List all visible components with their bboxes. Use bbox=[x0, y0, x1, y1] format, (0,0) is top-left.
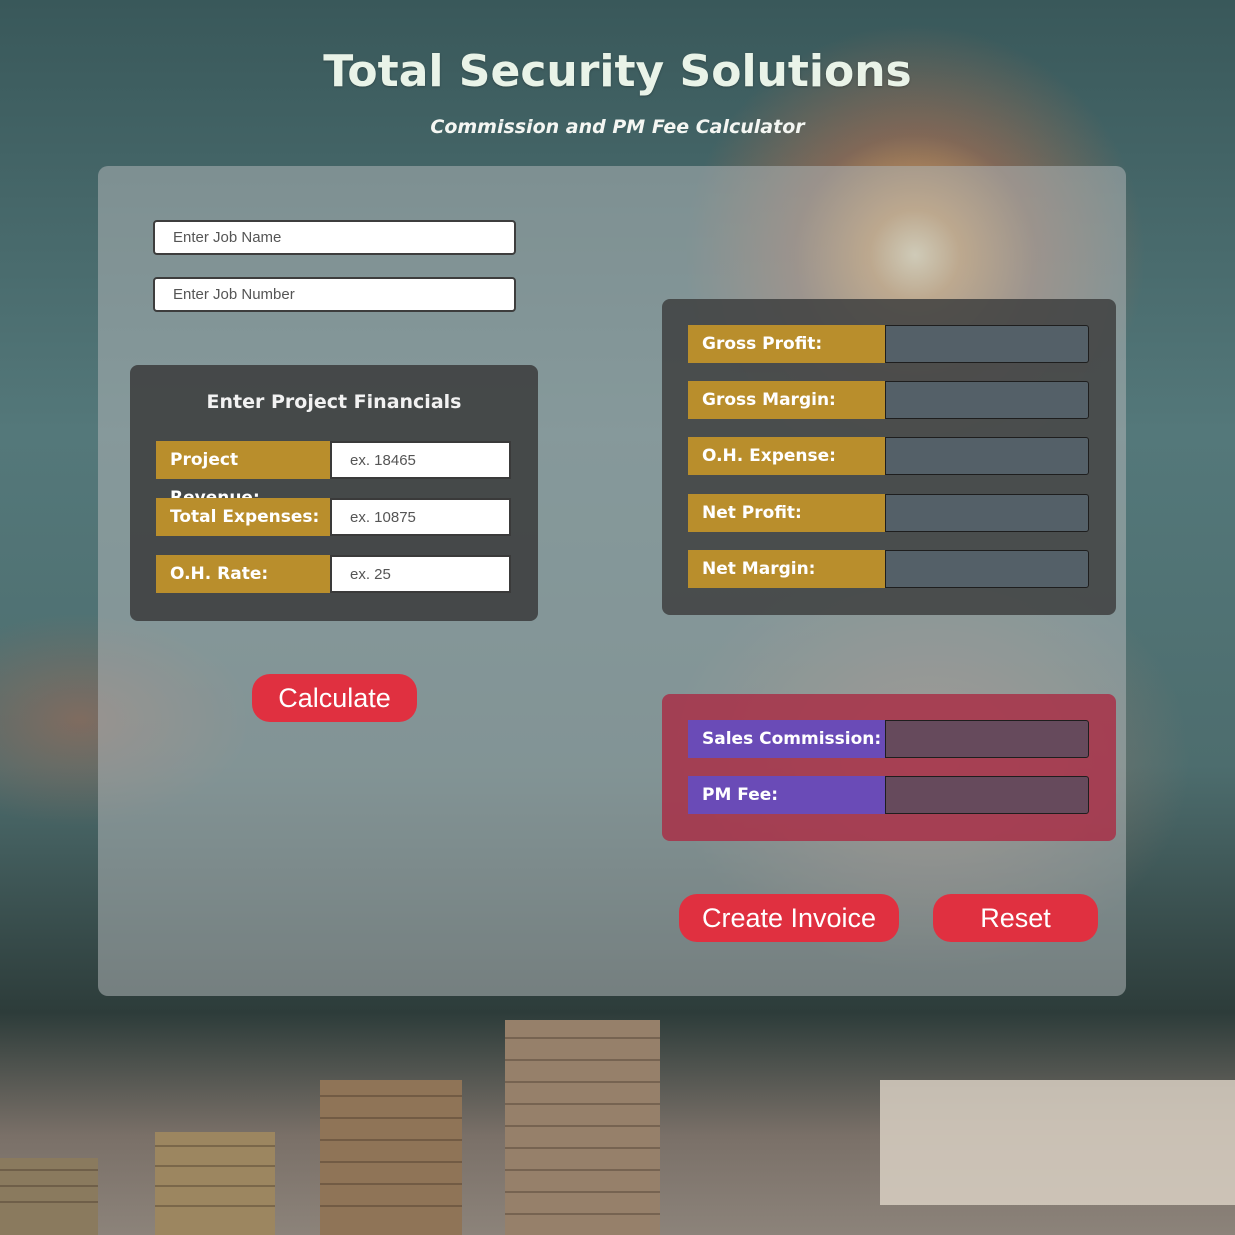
job-name-input[interactable] bbox=[153, 220, 516, 255]
net-margin-row: Net Margin: bbox=[688, 550, 1089, 588]
project-financials-box: Enter Project Financials Project Revenue… bbox=[130, 365, 538, 621]
total-expenses-label: Total Expenses: bbox=[156, 498, 330, 536]
total-expenses-row: Total Expenses: bbox=[156, 498, 511, 536]
net-profit-label: Net Profit: bbox=[688, 494, 885, 532]
sales-commission-row: Sales Commission: bbox=[688, 720, 1089, 758]
net-margin-label: Net Margin: bbox=[688, 550, 885, 588]
gross-margin-row: Gross Margin: bbox=[688, 381, 1089, 419]
net-profit-output bbox=[885, 494, 1089, 532]
notebook-icon bbox=[880, 1080, 1235, 1205]
project-revenue-input[interactable] bbox=[330, 441, 511, 479]
pm-fee-label: PM Fee: bbox=[688, 776, 885, 814]
oh-rate-row: O.H. Rate: bbox=[156, 555, 511, 593]
create-invoice-button[interactable]: Create Invoice bbox=[679, 894, 899, 942]
gross-margin-output bbox=[885, 381, 1089, 419]
oh-expense-output bbox=[885, 437, 1089, 475]
pm-fee-row: PM Fee: bbox=[688, 776, 1089, 814]
project-revenue-row: Project Revenue: bbox=[156, 441, 511, 508]
gross-profit-output bbox=[885, 325, 1089, 363]
oh-expense-row: O.H. Expense: bbox=[688, 437, 1089, 475]
sales-commission-label: Sales Commission: bbox=[688, 720, 885, 758]
reset-button[interactable]: Reset bbox=[933, 894, 1098, 942]
page-subtitle: Commission and PM Fee Calculator bbox=[430, 116, 805, 138]
net-profit-row: Net Profit: bbox=[688, 494, 1089, 532]
oh-rate-label: O.H. Rate: bbox=[156, 555, 330, 593]
commission-box: Sales Commission: PM Fee: bbox=[662, 694, 1116, 841]
gross-profit-label: Gross Profit: bbox=[688, 325, 885, 363]
financials-title: Enter Project Financials bbox=[206, 391, 462, 413]
coin-stack-icon bbox=[0, 1020, 660, 1235]
gross-profit-row: Gross Profit: bbox=[688, 325, 1089, 363]
oh-expense-label: O.H. Expense: bbox=[688, 437, 885, 475]
oh-rate-input[interactable] bbox=[330, 555, 511, 593]
job-number-input[interactable] bbox=[153, 277, 516, 312]
gross-margin-label: Gross Margin: bbox=[688, 381, 885, 419]
project-revenue-label: Project Revenue: bbox=[156, 441, 330, 508]
calculate-button[interactable]: Calculate bbox=[252, 674, 417, 722]
sales-commission-output bbox=[885, 720, 1089, 758]
total-expenses-input[interactable] bbox=[330, 498, 511, 536]
pm-fee-output bbox=[885, 776, 1089, 814]
net-margin-output bbox=[885, 550, 1089, 588]
results-box: Gross Profit: Gross Margin: O.H. Expense… bbox=[662, 299, 1116, 615]
page-title: Total Security Solutions bbox=[323, 46, 912, 97]
